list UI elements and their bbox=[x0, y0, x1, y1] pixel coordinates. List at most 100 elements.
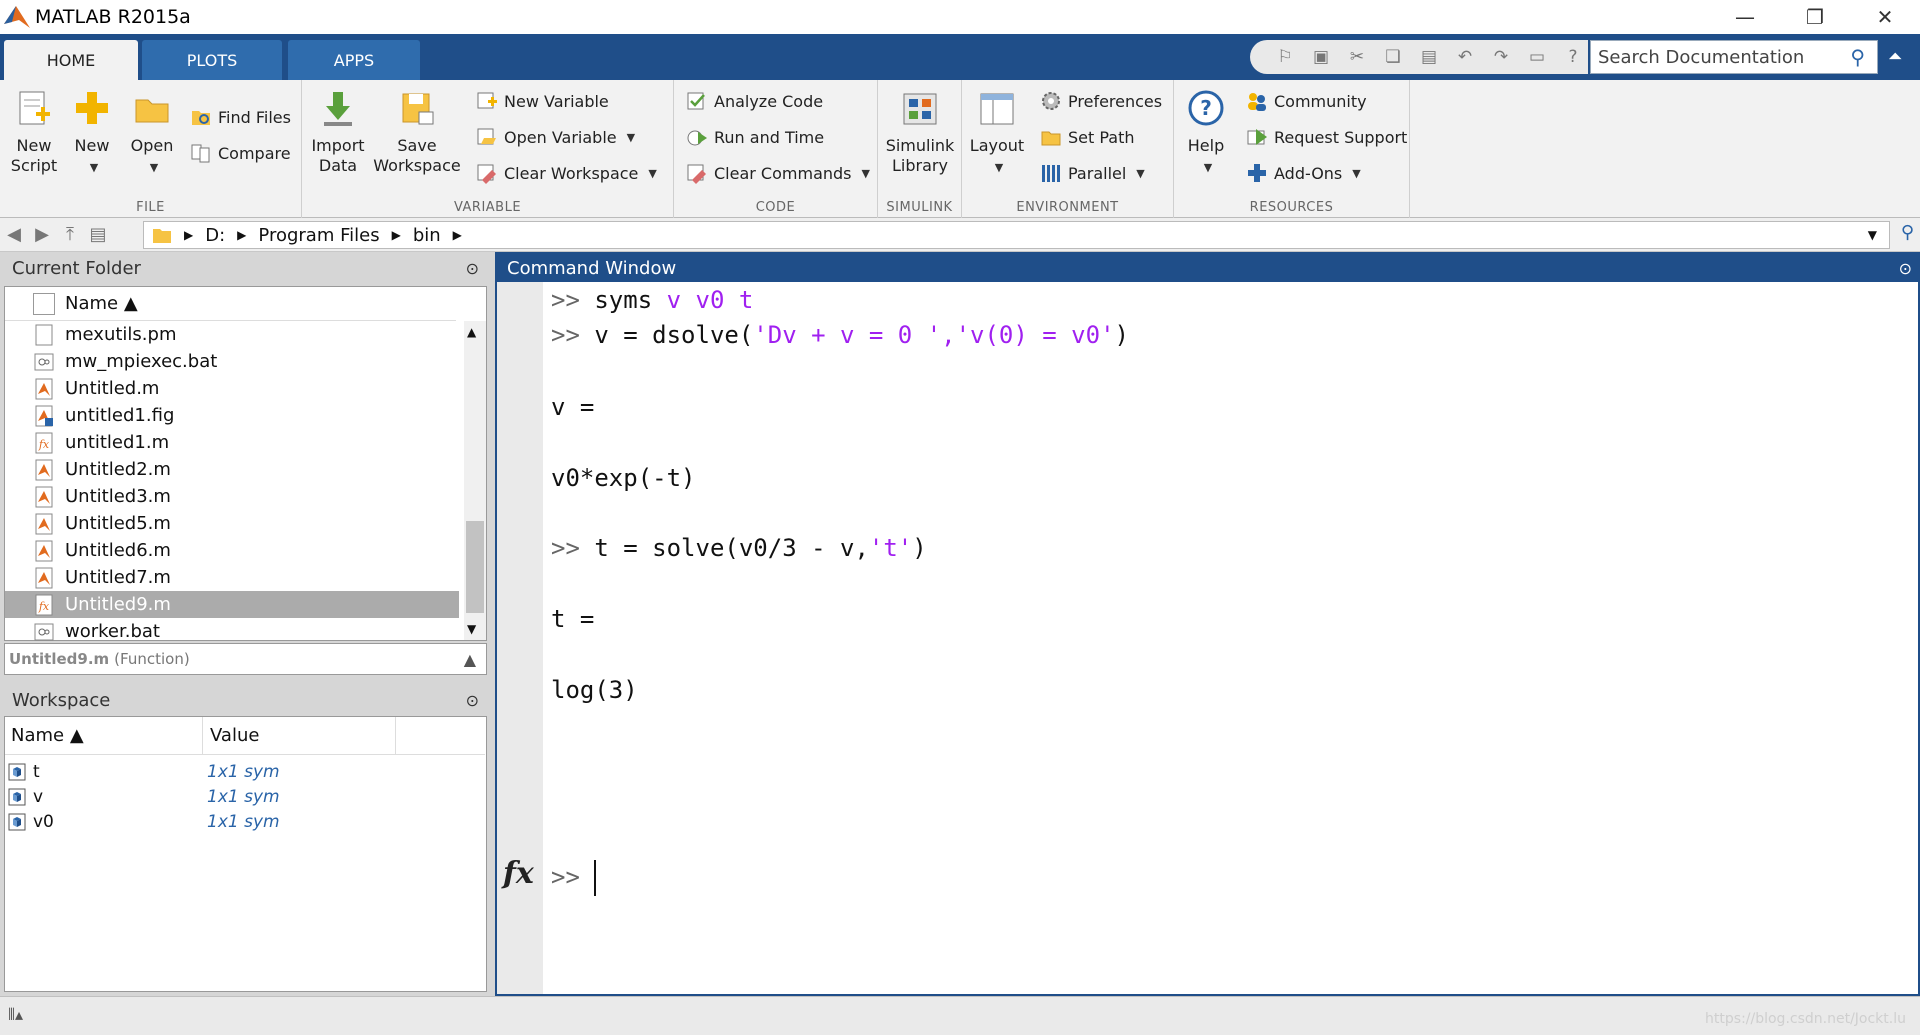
file-row[interactable]: Untitled.m bbox=[5, 375, 459, 402]
compare-button[interactable]: Compare bbox=[190, 138, 291, 168]
command-window[interactable]: Command Window ⊙ >> syms v v0 t >> v = ds… bbox=[495, 252, 1920, 996]
run-and-time-button[interactable]: Run and Time bbox=[686, 122, 824, 152]
up-folder-icon[interactable]: ⤒ bbox=[56, 221, 84, 249]
open-dropdown-icon[interactable]: ▼ bbox=[150, 161, 158, 174]
new-dropdown-icon[interactable]: ▼ bbox=[90, 161, 98, 174]
breadcrumb-bin[interactable]: bin bbox=[413, 225, 441, 246]
undo-icon[interactable]: ↶ bbox=[1452, 44, 1478, 70]
simulink-label-1: Simulink bbox=[885, 136, 955, 155]
details-expand-icon[interactable]: ▲ bbox=[464, 650, 476, 669]
clear-workspace-button[interactable]: Clear Workspace ▼ bbox=[476, 158, 657, 188]
function-browser-icon[interactable]: fx bbox=[503, 856, 534, 891]
workspace-row[interactable]: t 1x1 sym bbox=[5, 759, 485, 784]
open-variable-dropdown-icon[interactable]: ▼ bbox=[627, 131, 635, 144]
file-column-header[interactable]: Name ▲ bbox=[5, 287, 456, 321]
ws-name-column[interactable]: Name ▲ bbox=[11, 725, 84, 746]
new-variable-button[interactable]: New Variable bbox=[476, 86, 609, 116]
file-row[interactable]: fx untitled1.m bbox=[5, 429, 459, 456]
scroll-down-icon[interactable]: ▼ bbox=[467, 622, 476, 636]
file-list-scrollbar[interactable]: ▲ ▼ bbox=[464, 321, 486, 640]
file-row[interactable]: Untitled2.m bbox=[5, 456, 459, 483]
workspace-header: Workspace ⊙ bbox=[4, 686, 487, 714]
file-row[interactable]: mexutils.pm bbox=[5, 321, 459, 348]
redo-icon[interactable]: ↷ bbox=[1488, 44, 1514, 70]
forward-icon[interactable]: ▶ bbox=[28, 221, 56, 249]
current-path-input[interactable]: ▶ D: ▶ Program Files ▶ bin ▶ ▼ bbox=[143, 221, 1890, 249]
scroll-up-icon[interactable]: ▲ bbox=[467, 325, 476, 339]
add-ons-dropdown-icon[interactable]: ▼ bbox=[1352, 167, 1360, 180]
current-folder-menu-icon[interactable]: ⊙ bbox=[466, 259, 479, 278]
clear-commands-dropdown-icon[interactable]: ▼ bbox=[862, 167, 870, 180]
file-row[interactable]: worker.bat bbox=[5, 618, 459, 645]
request-support-button[interactable]: Request Support bbox=[1246, 122, 1407, 152]
scroll-thumb[interactable] bbox=[466, 521, 484, 613]
path-dropdown-icon[interactable]: ▼ bbox=[1868, 228, 1877, 242]
breadcrumb-drive[interactable]: D: bbox=[205, 225, 225, 246]
minimize-button[interactable]: — bbox=[1710, 0, 1780, 34]
layout-button[interactable]: Layout ▼ bbox=[968, 88, 1026, 178]
shortcut-icon[interactable]: ⚐ bbox=[1272, 44, 1298, 70]
file-row[interactable]: untitled1.fig bbox=[5, 402, 459, 429]
file-row[interactable]: Untitled3.m bbox=[5, 483, 459, 510]
file-row[interactable]: Untitled5.m bbox=[5, 510, 459, 537]
help-dropdown-icon[interactable]: ▼ bbox=[1204, 161, 1212, 174]
collapse-ribbon-icon[interactable]: ⏶ bbox=[1888, 46, 1902, 67]
restore-button[interactable]: ❐ bbox=[1780, 0, 1850, 34]
watermark: https://blog.csdn.net/Jockt.lu bbox=[1705, 1011, 1906, 1027]
import-data-button[interactable]: Import Data bbox=[308, 88, 368, 176]
open-label: Open bbox=[130, 136, 174, 155]
back-icon[interactable]: ◀ bbox=[0, 221, 28, 249]
command-window-menu-icon[interactable]: ⊙ bbox=[1899, 259, 1912, 278]
clear-workspace-dropdown-icon[interactable]: ▼ bbox=[648, 167, 656, 180]
simulink-library-button[interactable]: Simulink Library bbox=[884, 88, 956, 176]
workspace-menu-icon[interactable]: ⊙ bbox=[466, 691, 479, 710]
cut-icon[interactable]: ✂ bbox=[1344, 44, 1370, 70]
search-folder-icon[interactable]: ⚲ bbox=[1901, 222, 1914, 243]
file-row[interactable]: mw_mpiexec.bat bbox=[5, 348, 459, 375]
file-row[interactable]: Untitled7.m bbox=[5, 564, 459, 591]
help-icon[interactable]: ? bbox=[1560, 44, 1586, 70]
file-row[interactable]: fx Untitled9.m bbox=[5, 591, 459, 618]
active-prompt[interactable]: >> bbox=[551, 860, 597, 896]
parallel-dropdown-icon[interactable]: ▼ bbox=[1136, 167, 1144, 180]
open-button[interactable]: Open ▼ bbox=[124, 88, 180, 178]
open-variable-button[interactable]: Open Variable ▼ bbox=[476, 122, 635, 152]
browse-folder-icon[interactable]: ▤ bbox=[84, 221, 112, 249]
analyze-code-icon bbox=[687, 92, 705, 110]
search-documentation-input[interactable]: Search Documentation ⚲ bbox=[1590, 40, 1878, 74]
find-files-button[interactable]: Find Files bbox=[190, 102, 291, 132]
tab-plots[interactable]: PLOTS bbox=[142, 40, 282, 80]
file-row[interactable]: Untitled6.m bbox=[5, 537, 459, 564]
ws-value-column[interactable]: Value bbox=[210, 725, 259, 746]
workspace-row[interactable]: v0 1x1 sym bbox=[5, 809, 485, 834]
tab-apps[interactable]: APPS bbox=[288, 40, 420, 80]
help-button[interactable]: ? Help ▼ bbox=[1178, 88, 1234, 178]
file-details-bar[interactable]: Untitled9.m (Function) ▲ bbox=[4, 643, 487, 675]
breadcrumb-program-files[interactable]: Program Files bbox=[258, 225, 379, 246]
analyze-code-button[interactable]: Analyze Code bbox=[686, 86, 823, 116]
close-button[interactable]: ✕ bbox=[1850, 0, 1920, 34]
parallel-button[interactable]: Parallel ▼ bbox=[1040, 158, 1145, 188]
save-workspace-button[interactable]: Save Workspace bbox=[372, 88, 462, 176]
clear-commands-button[interactable]: Clear Commands ▼ bbox=[686, 158, 870, 188]
set-path-button[interactable]: Set Path bbox=[1040, 122, 1135, 152]
switch-windows-icon[interactable]: ▭ bbox=[1524, 44, 1550, 70]
open-folder-icon bbox=[135, 99, 169, 123]
run-and-time-icon bbox=[687, 130, 707, 146]
function-file-icon: fx bbox=[35, 432, 53, 453]
preferences-button[interactable]: Preferences bbox=[1040, 86, 1162, 116]
status-panel-icon[interactable]: ⦀▴ bbox=[8, 1005, 23, 1025]
copy-icon[interactable]: ❏ bbox=[1380, 44, 1406, 70]
tab-home[interactable]: HOME bbox=[4, 40, 138, 80]
workspace-row[interactable]: v 1x1 sym bbox=[5, 784, 485, 809]
layout-dropdown-icon[interactable]: ▼ bbox=[995, 161, 1003, 174]
new-button[interactable]: New ▼ bbox=[66, 88, 118, 178]
search-icon[interactable]: ⚲ bbox=[1850, 45, 1865, 69]
add-ons-button[interactable]: Add-Ons ▼ bbox=[1246, 158, 1361, 188]
paste-icon[interactable]: ▤ bbox=[1416, 44, 1442, 70]
command-line: t = bbox=[551, 605, 594, 633]
community-button[interactable]: Community bbox=[1246, 86, 1367, 116]
save-icon[interactable]: ▣ bbox=[1308, 44, 1334, 70]
new-plus-icon bbox=[76, 92, 108, 124]
new-script-button[interactable]: New Script bbox=[6, 88, 62, 176]
